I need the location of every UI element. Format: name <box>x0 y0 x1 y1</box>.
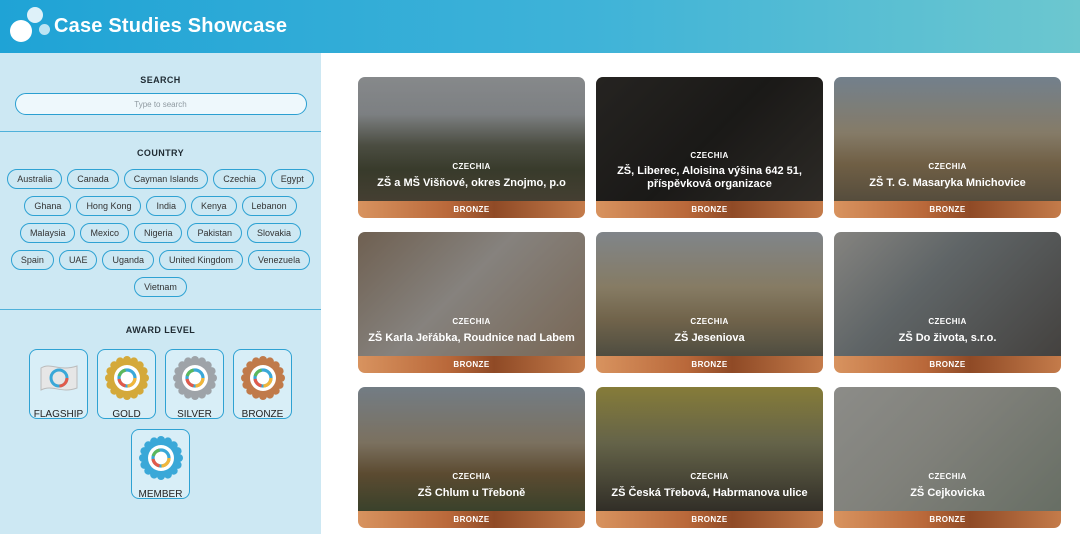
country-chip-cayman-islands[interactable]: Cayman Islands <box>123 169 209 189</box>
award-filter-silver[interactable]: SILVER <box>165 349 224 420</box>
card-award-badge: BRONZE <box>834 511 1061 528</box>
case-study-card[interactable]: CZECHIA ZŠ Karla Jeřábka, Roudnice nad La… <box>358 232 585 373</box>
country-chip-lebanon[interactable]: Lebanon <box>241 196 297 216</box>
divider <box>0 131 321 132</box>
award-label: MEMBER <box>138 489 183 500</box>
award-label: FLAGSHIP <box>33 409 84 420</box>
country-chip-india[interactable]: India <box>146 196 187 216</box>
card-country: CZECHIA <box>690 151 729 160</box>
country-chip-uae[interactable]: UAE <box>58 250 98 270</box>
card-award-badge: BRONZE <box>596 356 823 373</box>
country-chip-vietnam[interactable]: Vietnam <box>134 277 187 297</box>
card-school-name: ZŠ Do života, s.r.o. <box>898 332 997 344</box>
card-award-badge: BRONZE <box>358 511 585 528</box>
card-country: CZECHIA <box>452 162 491 171</box>
flagship-medal-icon <box>37 356 81 405</box>
card-school-name: ZŠ a MŠ Višňové, okres Znojmo, p.o <box>377 177 566 189</box>
card-school-name: ZŠ Česká Třebová, Habrmanova ulice <box>611 487 808 499</box>
award-filter-member[interactable]: MEMBER <box>131 429 190 500</box>
country-chip-venezuela[interactable]: Venezuela <box>248 250 311 270</box>
award-label: SILVER <box>177 409 212 420</box>
award-filter-flagship[interactable]: FLAGSHIP <box>29 349 88 420</box>
country-section: COUNTRY Australia Canada Cayman Islands Cze… <box>0 148 321 297</box>
country-chip-slovakia[interactable]: Slovakia <box>247 223 302 243</box>
card-school-name: ZŠ Chlum u Třeboně <box>417 487 526 499</box>
case-study-card[interactable]: CZECHIA ZŠ Chlum u Třeboně BRONZE <box>358 387 585 528</box>
country-chip-czechia[interactable]: Czechia <box>213 169 266 189</box>
bronze-medal-icon <box>240 356 285 405</box>
card-country: CZECHIA <box>928 472 967 481</box>
country-chip-list: Australia Canada Cayman Islands Czechia Egyp… <box>0 169 321 297</box>
case-study-card[interactable]: CZECHIA ZŠ Cejkovicka BRONZE <box>834 387 1061 528</box>
card-school-name: ZŠ Jeseniova <box>674 332 745 344</box>
country-chip-egypt[interactable]: Egypt <box>270 169 314 189</box>
divider <box>0 309 321 310</box>
case-study-card[interactable]: CZECHIA ZŠ a MŠ Višňové, okres Znojmo, p.… <box>358 77 585 218</box>
card-country: CZECHIA <box>452 317 491 326</box>
card-country: CZECHIA <box>690 317 729 326</box>
country-chip-uganda[interactable]: Uganda <box>102 250 154 270</box>
award-filter-gold[interactable]: GOLD <box>97 349 156 420</box>
country-chip-nigeria[interactable]: Nigeria <box>133 223 183 243</box>
card-award-badge: BRONZE <box>834 201 1061 218</box>
card-school-name: ZŠ Karla Jeřábka, Roudnice nad Labem <box>368 332 575 344</box>
country-chip-australia[interactable]: Australia <box>7 169 63 189</box>
award-title: AWARD LEVEL <box>125 325 196 335</box>
card-school-name: ZŠ Cejkovicka <box>910 487 985 499</box>
case-study-card[interactable]: CZECHIA ZŠ Česká Třebová, Habrmanova ulic… <box>596 387 823 528</box>
award-label: BRONZE <box>241 409 284 420</box>
case-study-card[interactable]: CZECHIA ZŠ, Liberec, Aloisina výšina 642 … <box>596 77 823 218</box>
page-title: Case Studies Showcase <box>54 15 288 37</box>
card-award-badge: BRONZE <box>358 356 585 373</box>
filter-sidebar: SEARCH COUNTRY AustraliaCanadaCayman Isl… <box>0 53 321 534</box>
award-label: GOLD <box>112 409 141 420</box>
search-title: SEARCH <box>140 75 181 85</box>
card-country: CZECHIA <box>690 472 729 481</box>
search-input[interactable] <box>14 93 307 115</box>
logo-icon[interactable] <box>6 0 54 53</box>
card-school-name: ZŠ T. G. Masaryka Mnichovice <box>869 177 1026 189</box>
card-school-name: ZŠ, Liberec, Aloisina výšina 642 51, pří… <box>617 165 802 190</box>
card-award-badge: BRONZE <box>358 201 585 218</box>
member-medal-icon <box>138 436 183 485</box>
award-filter-bronze[interactable]: BRONZE <box>233 349 292 420</box>
country-title: COUNTRY <box>137 148 184 158</box>
card-country: CZECHIA <box>928 162 967 171</box>
country-chip-ghana[interactable]: Ghana <box>24 196 72 216</box>
country-chip-malaysia[interactable]: Malaysia <box>19 223 76 243</box>
award-filter-list: FLAGSHIP GOLD SILVER BRONZE MEMBER <box>21 349 301 500</box>
search-section: SEARCH <box>0 75 321 115</box>
case-study-card[interactable]: CZECHIA ZŠ Jeseniova BRONZE <box>596 232 823 373</box>
country-chip-canada[interactable]: Canada <box>67 169 119 189</box>
case-study-card[interactable]: CZECHIA ZŠ Do života, s.r.o. BRONZE <box>834 232 1061 373</box>
case-study-card[interactable]: CZECHIA ZŠ T. G. Masaryka Mnichovice BRONZ… <box>834 77 1061 218</box>
country-chip-hong-kong[interactable]: Hong Kong <box>76 196 142 216</box>
app-header: Case Studies Showcase <box>0 0 1080 53</box>
card-award-badge: BRONZE <box>596 201 823 218</box>
country-chip-united-kingdom[interactable]: United Kingdom <box>158 250 244 270</box>
award-section: AWARD LEVEL FLAGSHIP GOLD SILVER BRONZE MEMB… <box>0 325 321 500</box>
card-award-badge: BRONZE <box>834 356 1061 373</box>
country-chip-mexico[interactable]: Mexico <box>80 223 129 243</box>
card-country: CZECHIA <box>928 317 967 326</box>
country-chip-spain[interactable]: Spain <box>10 250 54 270</box>
country-chip-kenya[interactable]: Kenya <box>191 196 237 216</box>
gold-medal-icon <box>104 356 149 405</box>
silver-medal-icon <box>172 356 217 405</box>
card-country: CZECHIA <box>452 472 491 481</box>
country-chip-pakistan[interactable]: Pakistan <box>187 223 243 243</box>
card-award-badge: BRONZE <box>596 511 823 528</box>
